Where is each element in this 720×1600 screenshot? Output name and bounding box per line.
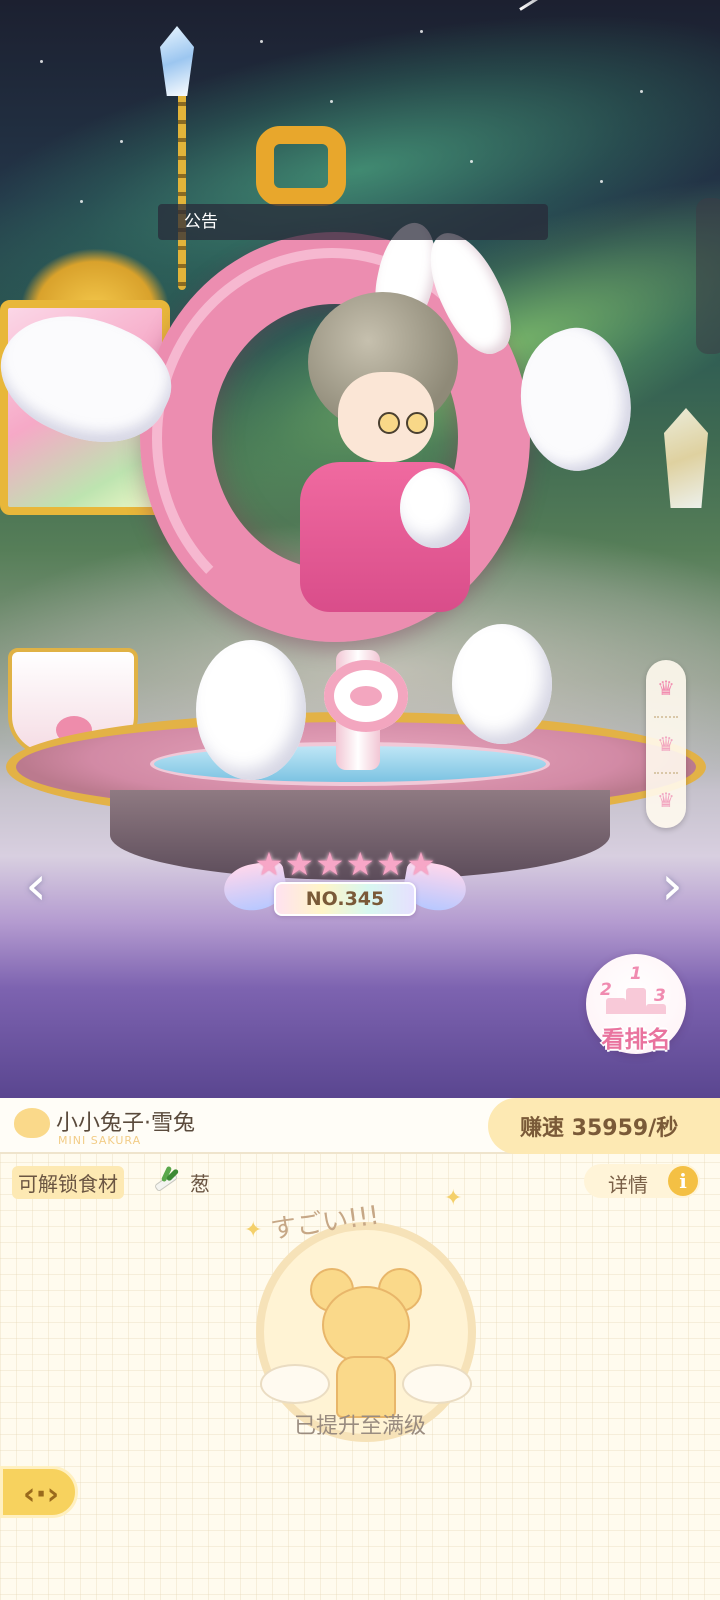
info-icon: i bbox=[668, 1166, 698, 1196]
notice-bar[interactable]: 公告 bbox=[158, 204, 548, 240]
star-icon: ★ bbox=[345, 845, 375, 883]
kero-wing bbox=[260, 1364, 330, 1404]
rank-tabs: ♛ ♛ ♛ bbox=[646, 660, 686, 828]
crystal-ornament bbox=[664, 408, 708, 508]
star bbox=[330, 100, 333, 103]
leek-icon bbox=[150, 1164, 182, 1194]
kero-head-icon bbox=[14, 1108, 50, 1138]
star bbox=[260, 40, 263, 43]
star-icon: ★ bbox=[376, 845, 405, 883]
shooting-star bbox=[519, 0, 581, 11]
collection-badge: ★ ★ ★ ★ ★ ★ NO.345 bbox=[220, 846, 470, 920]
star bbox=[420, 30, 423, 33]
bunny-figure bbox=[452, 624, 552, 744]
star-icon: ★ bbox=[254, 845, 284, 883]
crown-icon[interactable]: ♛ bbox=[646, 718, 686, 770]
podium-number: 2 bbox=[600, 980, 612, 1000]
star-icon: ★ bbox=[285, 845, 314, 883]
star bbox=[600, 180, 603, 183]
kero-head bbox=[322, 1286, 410, 1364]
kero-illustration bbox=[260, 1268, 472, 1418]
sparkle-icon: ✦ bbox=[444, 1186, 463, 1211]
character-subtitle: MINI SAKURA bbox=[58, 1134, 142, 1147]
star bbox=[470, 160, 473, 163]
heart-ornament bbox=[324, 660, 408, 732]
star bbox=[40, 60, 43, 63]
panel-header: 小小兔子·雪兔 MINI SAKURA 赚速 35959/秒 bbox=[0, 1098, 720, 1154]
star-icon: ★ bbox=[315, 845, 345, 883]
podium-number: 3 bbox=[654, 986, 666, 1006]
unlock-item: 葱 bbox=[190, 1172, 210, 1196]
chevron-left-icon[interactable]: ‹ bbox=[16, 858, 56, 914]
star-icon: ★ bbox=[406, 845, 436, 883]
bunny-figure bbox=[196, 640, 306, 780]
game-scene[interactable]: 公告 ♛ ♛ ♛ ‹ › ★ ★ ★ ★ ★ ★ NO.345 2 1 3 看排名 bbox=[0, 0, 720, 1098]
notice-label: 公告 bbox=[184, 212, 218, 232]
unlock-label: 可解锁食材 bbox=[12, 1166, 124, 1199]
leaderboard-label: 看排名 bbox=[601, 1027, 671, 1053]
sparkle-icon: ✦ bbox=[244, 1218, 263, 1243]
glasses-lens bbox=[378, 412, 400, 434]
character-name: 小小兔子·雪兔 bbox=[56, 1111, 195, 1136]
hanging-rope bbox=[178, 70, 186, 290]
details-label: 详情 bbox=[608, 1173, 648, 1197]
collection-number: NO.345 bbox=[274, 882, 416, 916]
max-level-text: 已提升至满级 bbox=[293, 1414, 426, 1439]
bunny-held bbox=[400, 468, 470, 548]
kero-wing bbox=[402, 1364, 472, 1404]
crown-icon[interactable]: ♛ bbox=[646, 662, 686, 714]
podium-number: 1 bbox=[630, 964, 642, 984]
star-rating: ★ ★ ★ ★ ★ ★ bbox=[254, 846, 436, 882]
chevron-right-icon[interactable]: › bbox=[652, 858, 692, 914]
earn-speed-label: 赚速 35959/秒 bbox=[520, 1116, 679, 1141]
earn-speed: 赚速 35959/秒 bbox=[488, 1098, 720, 1154]
star bbox=[640, 90, 643, 93]
crown-icon[interactable]: ♛ bbox=[646, 774, 686, 826]
character-face bbox=[338, 372, 434, 462]
ring-handle bbox=[256, 126, 346, 206]
info-panel: 小小兔子·雪兔 MINI SAKURA 赚速 35959/秒 可解锁食材 葱 详… bbox=[0, 1098, 720, 1600]
star bbox=[120, 140, 123, 143]
glasses-lens bbox=[406, 412, 428, 434]
back-button[interactable]: ‹·› bbox=[0, 1466, 78, 1518]
side-panel-handle[interactable] bbox=[696, 198, 720, 354]
back-arrow-icon: ‹·› bbox=[23, 1477, 60, 1512]
star bbox=[80, 200, 83, 203]
details-button[interactable]: 详情 i bbox=[584, 1164, 700, 1198]
leaderboard-button[interactable]: 2 1 3 看排名 bbox=[586, 954, 686, 1054]
